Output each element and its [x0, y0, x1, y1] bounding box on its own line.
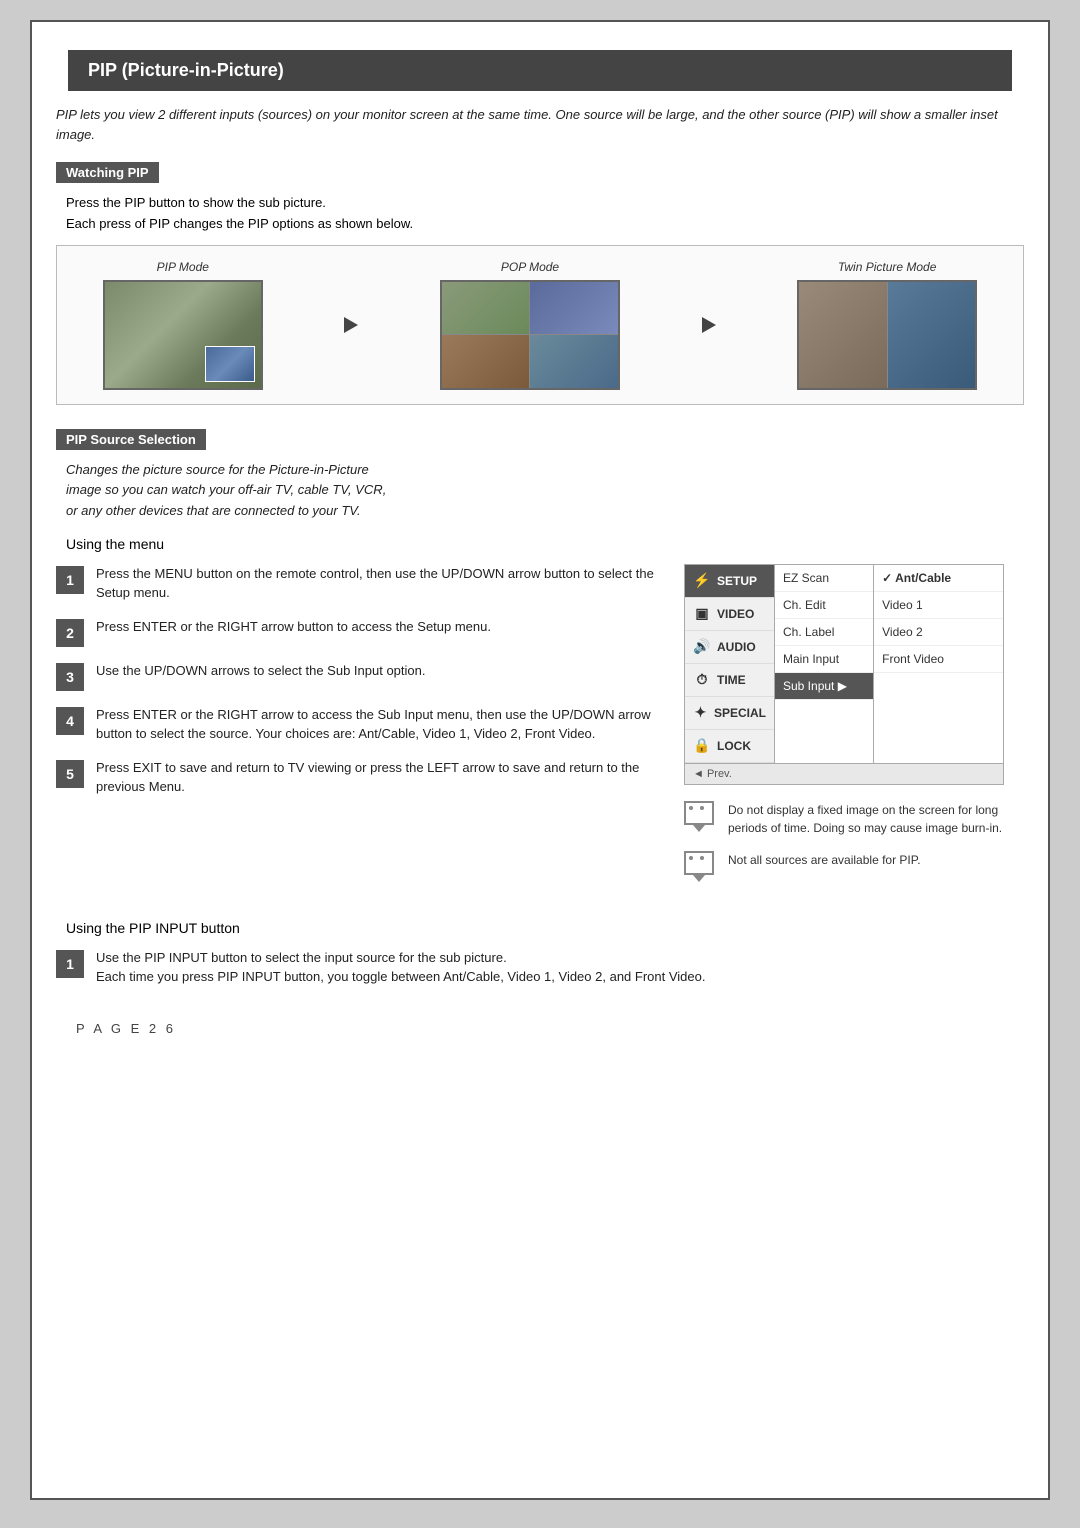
menu-center-ch-label: Ch. Label — [775, 619, 873, 646]
menu-ui: ⚡ SETUP ▣ VIDEO 🔊 AUDIO — [684, 564, 1004, 785]
pip-input-step-1: 1 Use the PIP INPUT button to select the… — [56, 948, 1024, 987]
menu-item-setup: ⚡ SETUP — [685, 565, 774, 598]
step-num-5: 5 — [56, 760, 84, 788]
step-row-3: 3 Use the UP/DOWN arrows to select the S… — [56, 661, 664, 691]
time-icon: ⏱ — [693, 671, 711, 689]
lock-icon: 🔒 — [693, 737, 711, 755]
pip-source-description: Changes the picture source for the Pictu… — [66, 460, 1024, 522]
twin-mode-label: Twin Picture Mode — [838, 260, 936, 274]
step-row-1: 1 Press the MENU button on the remote co… — [56, 564, 664, 603]
steps-and-menu: 1 Press the MENU button on the remote co… — [56, 564, 1024, 896]
watching-pip-instruction: Press the PIP button to show the sub pic… — [66, 193, 1024, 235]
step-text-4: Press ENTER or the RIGHT arrow to access… — [96, 705, 664, 744]
twin-mode-item: Twin Picture Mode — [797, 260, 977, 390]
step-num-1: 1 — [56, 566, 84, 594]
pop-mode-item: POP Mode — [440, 260, 620, 390]
pip-mode-item: PIP Mode ▶ — [103, 260, 263, 390]
pip-mode-screen: ▶ — [103, 280, 263, 390]
menu-center-main-input: Main Input — [775, 646, 873, 673]
menu-right-ant-cable: ✓ Ant/Cable — [874, 565, 1003, 592]
note-icon-1 — [684, 801, 714, 832]
menu-center-ez-scan: EZ Scan — [775, 565, 873, 592]
pip-input-step-text-1: Use the PIP INPUT button to select the i… — [96, 948, 705, 987]
step-num-3: 3 — [56, 663, 84, 691]
modes-row: PIP Mode ▶ POP Mode — [56, 245, 1024, 405]
watching-pip-section: Watching PIP Press the PIP button to sho… — [56, 162, 1024, 405]
pip-input-step-num-1: 1 — [56, 950, 84, 978]
page-footer: P A G E 2 6 — [56, 1011, 1024, 1046]
twin-mode-screen — [797, 280, 977, 390]
menu-right-video2: Video 2 — [874, 619, 1003, 646]
note-text-2: Not all sources are available for PIP. — [728, 851, 921, 869]
pip-source-section: PIP Source Selection Changes the picture… — [56, 429, 1024, 896]
audio-icon: 🔊 — [693, 638, 711, 656]
page-number: P A G E 2 6 — [76, 1021, 176, 1036]
menu-item-audio: 🔊 AUDIO — [685, 631, 774, 664]
watching-pip-label: Watching PIP — [56, 162, 159, 183]
menu-item-video: ▣ VIDEO — [685, 598, 774, 631]
using-pip-input-label: Using the PIP INPUT button — [66, 920, 1024, 936]
steps-column: 1 Press the MENU button on the remote co… — [56, 564, 664, 811]
pip-input-section: Using the PIP INPUT button 1 Use the PIP… — [56, 920, 1024, 987]
step-num-2: 2 — [56, 619, 84, 647]
intro-text: PIP lets you view 2 different inputs (so… — [56, 105, 1024, 144]
step-num-4: 4 — [56, 707, 84, 735]
note-item-2: Not all sources are available for PIP. — [684, 851, 1024, 882]
menu-item-time: ⏱ TIME — [685, 664, 774, 697]
page-title: PIP (Picture-in-Picture) — [68, 50, 1012, 91]
menu-left-panel: ⚡ SETUP ▣ VIDEO 🔊 AUDIO — [685, 565, 775, 763]
menu-right-video1: Video 1 — [874, 592, 1003, 619]
step-text-1: Press the MENU button on the remote cont… — [96, 564, 664, 603]
title-text: PIP (Picture-in-Picture) — [88, 60, 284, 80]
pop-mode-screen — [440, 280, 620, 390]
step-text-5: Press EXIT to save and return to TV view… — [96, 758, 664, 797]
menu-center-ch-edit: Ch. Edit — [775, 592, 873, 619]
pip-left-arrow: ▶ — [103, 324, 105, 345]
step-text-2: Press ENTER or the RIGHT arrow button to… — [96, 617, 491, 637]
note-text-1: Do not display a fixed image on the scre… — [728, 801, 1024, 837]
menu-item-lock: 🔒 LOCK — [685, 730, 774, 763]
menu-center-panel: EZ Scan Ch. Edit Ch. Label Main Input Su… — [775, 565, 874, 763]
menu-bottom-nav: ◄ Prev. — [685, 763, 1003, 784]
menu-right-front-video: Front Video — [874, 646, 1003, 673]
page: PIP (Picture-in-Picture) PIP lets you vi… — [30, 20, 1050, 1500]
pop-mode-label: POP Mode — [501, 260, 559, 274]
using-menu-label: Using the menu — [66, 536, 1024, 552]
menu-sidebar: ⚡ SETUP ▣ VIDEO 🔊 AUDIO — [685, 565, 1003, 763]
arrow-2 — [702, 317, 716, 333]
step-row-5: 5 Press EXIT to save and return to TV vi… — [56, 758, 664, 797]
video-icon: ▣ — [693, 605, 711, 623]
step-row-2: 2 Press ENTER or the RIGHT arrow button … — [56, 617, 664, 647]
step-text-3: Use the UP/DOWN arrows to select the Sub… — [96, 661, 425, 681]
setup-icon: ⚡ — [693, 572, 711, 590]
pip-mode-label: PIP Mode — [157, 260, 209, 274]
arrow-1 — [344, 317, 358, 333]
menu-item-special: ✦ SPECIAL — [685, 697, 774, 730]
menu-center-sub-input: Sub Input ▶ — [775, 673, 873, 700]
step-row-4: 4 Press ENTER or the RIGHT arrow to acce… — [56, 705, 664, 744]
note-item-1: Do not display a fixed image on the scre… — [684, 801, 1024, 837]
note-icon-2 — [684, 851, 714, 882]
menu-and-notes: ⚡ SETUP ▣ VIDEO 🔊 AUDIO — [684, 564, 1024, 896]
menu-right-panel: ✓ Ant/Cable Video 1 Video 2 Front Video — [874, 565, 1003, 763]
notes-section: Do not display a fixed image on the scre… — [684, 801, 1024, 896]
special-icon: ✦ — [693, 704, 708, 722]
pip-source-label: PIP Source Selection — [56, 429, 206, 450]
